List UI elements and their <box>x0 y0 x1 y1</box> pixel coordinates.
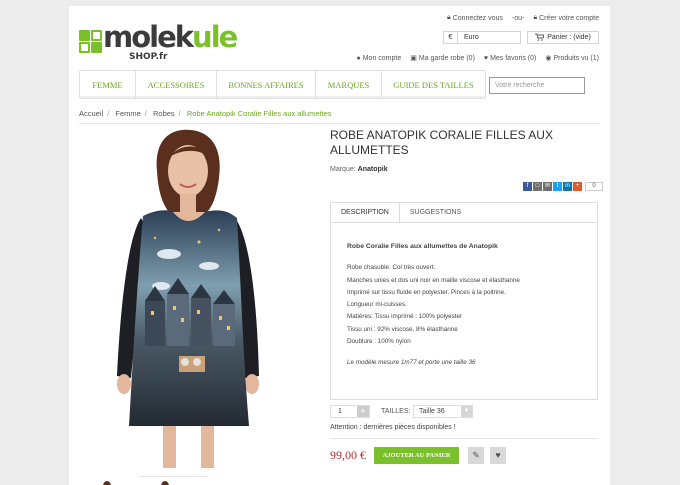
share-bar: f □ ✉ t in + 0 <box>523 182 603 191</box>
add-to-favorites-button[interactable]: ♥ <box>490 447 506 464</box>
lock-icon: 🔒︎ <box>446 14 451 21</box>
product-price: 99,00 € <box>330 448 366 462</box>
availability-text: Attention : dernières pièces disponibles… <box>330 424 456 431</box>
facebook-icon[interactable]: f <box>523 182 532 191</box>
tab-suggestions[interactable]: SUGGESTIONS <box>400 203 471 223</box>
logo-squares <box>79 30 103 54</box>
favorites-link[interactable]: ♥ Mes favoris (0) <box>484 54 536 62</box>
main-menu: FEMME ACCESSOIRES BONNES AFFAIRES MARQUE… <box>79 70 486 99</box>
chevron-down-icon[interactable]: ▼ <box>461 406 472 417</box>
logo-word: molekule <box>103 20 238 54</box>
print-icon[interactable]: □ <box>533 182 542 191</box>
top-links: 🔒︎ Connectez vous -ou- 🔒︎ Créer votre comp… <box>447 14 599 22</box>
product-description: Robe Coralie Filles aux allumettes de An… <box>347 241 587 370</box>
search-input[interactable]: Votre recherche <box>489 77 585 94</box>
divider <box>330 438 598 439</box>
lock-icon: 🔒︎ <box>533 14 538 21</box>
add-to-cart-button[interactable]: AJOUTER AU PANIER <box>374 447 459 464</box>
breadcrumb-robes[interactable]: Robes <box>153 109 175 118</box>
site-logo[interactable]: molekule SHOP.fr <box>79 20 239 66</box>
eye-icon: ◉ <box>545 55 552 62</box>
logo-sub: SHOP.fr <box>129 52 168 62</box>
description-line: Imprimé sur tissu fluide en polyester. P… <box>347 288 506 296</box>
description-line: Robe chasuble. Col très ouvert. <box>347 264 436 272</box>
page: molekule SHOP.fr 🔒︎ Connectez vous -ou- 🔒… <box>69 6 610 485</box>
menu-item-marques[interactable]: MARQUES <box>316 71 382 98</box>
email-icon[interactable]: ✉ <box>543 182 552 191</box>
wardrobe-link[interactable]: ▣ Ma garde robe (0) <box>410 54 475 63</box>
share-count: 0 <box>585 182 603 191</box>
user-icon: ● <box>356 54 361 62</box>
cart-button[interactable]: Panier : (vide) <box>527 31 599 44</box>
product-brand: Marque: Anatopik <box>330 166 388 173</box>
linkedin-icon[interactable]: in <box>563 182 572 191</box>
account-links: ● Mon compte ▣ Ma garde robe (0) ♥ Mes favo… <box>356 54 599 63</box>
thumbnails <box>79 474 279 485</box>
product-image[interactable] <box>99 126 279 474</box>
description-line: Doublure : 100% nylon <box>347 338 411 346</box>
breadcrumb-femme[interactable]: Femme <box>115 109 140 118</box>
heart-icon: ♥ <box>483 54 489 62</box>
description-title: Robe Coralie Filles aux allumettes de An… <box>347 243 498 250</box>
currency-symbol: € <box>444 32 458 43</box>
edit-icon: ✎ <box>472 450 480 460</box>
model-note: Le modèle mesure 1m77 et porte une taill… <box>347 359 476 367</box>
cart-label: Panier : (vide) <box>547 34 591 41</box>
connect-link[interactable]: 🔒︎ Connectez vous <box>447 14 503 22</box>
menu-item-femme[interactable]: FEMME <box>80 71 136 98</box>
hanger-icon: ▣ <box>410 55 417 62</box>
more-share-icon[interactable]: + <box>573 182 582 191</box>
currency-value: Euro <box>464 34 479 41</box>
product-title: ROBE ANATOPIK CORALIE FILLES AUX ALLUMET… <box>330 128 553 157</box>
product-tabs: DESCRIPTION SUGGESTIONS <box>330 202 598 223</box>
description-line: Tissu uni : 92% viscose, 8% élasthanne <box>347 325 458 333</box>
twitter-icon[interactable]: t <box>553 182 562 191</box>
viewed-products-link[interactable]: ◉ Produits vu (1) <box>545 54 599 63</box>
account-link[interactable]: ● Mon compte <box>356 54 401 62</box>
create-account-link[interactable]: 🔒︎ Créer votre compte <box>533 14 599 22</box>
breadcrumb: Accueil / Femme / Robes / Robe Anatopik Cor… <box>79 109 332 118</box>
description-line: Longueur mi-cuisses. <box>347 301 407 309</box>
menu-item-accessoires[interactable]: ACCESSOIRES <box>136 71 217 98</box>
quantity-plus-button[interactable]: + <box>357 406 369 417</box>
currency-select[interactable]: € Euro <box>443 31 521 44</box>
size-label: TAILLES: <box>381 408 411 415</box>
tab-description[interactable]: DESCRIPTION <box>331 203 400 223</box>
description-line: Manches unies et dos uni noir en maille … <box>347 276 520 284</box>
breadcrumb-home[interactable]: Accueil <box>79 109 103 118</box>
description-line: Matières: Tissu imprimé : 100% polyester <box>347 313 463 321</box>
brand-link[interactable]: Anatopik <box>358 166 388 173</box>
breadcrumb-current: Robe Anatopik Coralie Filles aux allumet… <box>186 109 332 118</box>
menu-item-guide-des-tailles[interactable]: GUIDE DES TAILLES <box>382 71 485 98</box>
cart-icon <box>535 33 545 43</box>
menu-item-bonnes-affaires[interactable]: BONNES AFFAIRES <box>217 71 316 98</box>
or-separator: -ou- <box>511 14 525 22</box>
divider <box>79 123 600 124</box>
heart-icon: ♥ <box>495 450 501 460</box>
add-to-wardrobe-button[interactable]: ✎ <box>468 447 484 464</box>
